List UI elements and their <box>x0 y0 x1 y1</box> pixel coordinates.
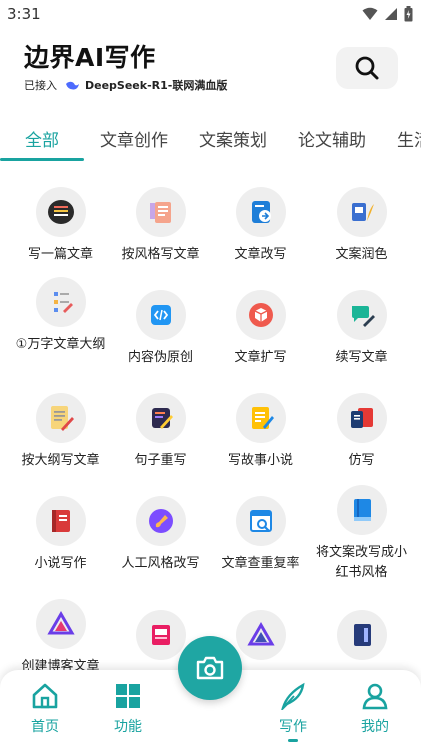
tab-thesis[interactable]: 论文辅助 <box>298 126 366 151</box>
active-nav-indicator <box>288 739 298 742</box>
tool-label: 写一篇文章 <box>27 247 93 262</box>
nav-home-label: 首页 <box>31 719 59 735</box>
code-doc-icon <box>135 290 186 340</box>
tool-label: 文案润色 <box>335 247 388 262</box>
tool-item[interactable]: 续写文章 <box>309 290 414 368</box>
nav-mine[interactable]: 我的 <box>335 682 415 736</box>
document-stack-icon <box>35 187 86 237</box>
tool-label: 将文案改写成小红书风格 <box>315 545 407 580</box>
nav-mine-label: 我的 <box>361 719 389 735</box>
tab-copywriting[interactable]: 文案策划 <box>199 126 267 151</box>
tool-item[interactable]: 文案润色 <box>309 187 414 265</box>
tool-item[interactable]: 按风格写文章 <box>108 187 213 265</box>
tab-all[interactable]: 全部 <box>25 126 59 151</box>
blue-book-icon <box>336 485 387 535</box>
connected-prefix: 已接入 <box>24 79 57 92</box>
style-doc-icon <box>135 187 186 237</box>
tool-item[interactable]: 写一篇文章 <box>8 187 113 265</box>
tool-label: 按大纲写文章 <box>21 453 100 468</box>
tool-label: 文章查重复率 <box>221 556 300 571</box>
home-icon <box>32 683 58 709</box>
tool-item[interactable]: ①万字文章大纲 <box>8 277 113 355</box>
tool-item[interactable]: 内容伪原创 <box>108 290 213 368</box>
rewrite-icon <box>235 187 286 237</box>
brush-style-icon <box>135 496 186 546</box>
notebook-icon <box>336 610 387 660</box>
logo-triangle-icon <box>235 610 286 660</box>
tool-item[interactable]: 文章改写 <box>208 187 313 265</box>
nav-home[interactable]: 首页 <box>5 682 85 736</box>
tool-item[interactable]: 文章扩写 <box>208 290 313 368</box>
tool-item[interactable]: 按大纲写文章 <box>8 393 113 471</box>
tab-article-writing[interactable]: 文章创作 <box>100 126 168 151</box>
category-tabs: 全部 文章创作 文案策划 论文辅助 生活 <box>0 118 421 164</box>
tool-item[interactable]: 句子重写 <box>108 393 213 471</box>
status-time: 3:31 <box>7 5 41 23</box>
tool-item[interactable]: 小说写作 <box>8 496 113 574</box>
tool-label: ①万字文章大纲 <box>15 337 106 352</box>
status-icons <box>362 6 413 22</box>
expand-cube-icon <box>235 290 286 340</box>
nav-features[interactable]: 功能 <box>88 682 168 736</box>
nav-write[interactable]: 写作 <box>253 682 333 742</box>
tool-label: 文章扩写 <box>234 350 287 365</box>
camera-button[interactable] <box>178 636 242 700</box>
nav-write-label: 写作 <box>279 719 307 735</box>
tool-item[interactable]: 仿写 <box>309 393 414 471</box>
tool-item[interactable] <box>309 610 414 660</box>
tool-label: 按风格写文章 <box>121 247 200 262</box>
novel-book-icon <box>35 496 86 546</box>
cellular-icon <box>385 8 397 20</box>
outline-icon <box>35 277 86 327</box>
tool-label: 内容伪原创 <box>127 350 193 365</box>
magazine-icon <box>135 610 186 660</box>
tool-item[interactable]: 写故事小说 <box>208 393 313 471</box>
wifi-icon <box>362 7 378 20</box>
story-icon <box>235 393 286 443</box>
active-tab-indicator <box>0 158 84 161</box>
outline-write-icon <box>35 393 86 443</box>
tool-label: 小说写作 <box>34 556 87 571</box>
model-label: DeepSeek-R1-联网满血版 <box>85 79 228 92</box>
blog-logo-icon <box>35 599 86 649</box>
tool-label: 写故事小说 <box>227 453 293 468</box>
app-title: 边界AI写作 <box>24 43 156 72</box>
tool-item[interactable]: 将文案改写成小红书风格 <box>309 485 414 583</box>
tool-label: 续写文章 <box>335 350 388 365</box>
tab-life[interactable]: 生活 <box>397 126 421 151</box>
tool-label: 文章改写 <box>234 247 287 262</box>
model-info: 已接入 DeepSeek-R1-联网满血版 <box>24 77 227 93</box>
continue-write-icon <box>336 290 387 340</box>
status-bar: 3:31 <box>0 0 421 28</box>
polish-icon <box>336 187 387 237</box>
tool-label: 仿写 <box>348 453 375 468</box>
tool-label: 句子重写 <box>134 453 187 468</box>
quill-pen-icon <box>280 682 305 713</box>
imitate-icon <box>336 393 387 443</box>
plagiarism-check-icon <box>235 496 286 546</box>
camera-icon <box>196 656 224 680</box>
tool-item[interactable]: 创建博客文章 <box>8 599 113 677</box>
tool-label: 人工风格改写 <box>121 556 200 571</box>
tool-item[interactable]: 人工风格改写 <box>108 496 213 574</box>
user-icon <box>362 683 388 710</box>
grid-icon <box>116 684 140 708</box>
deepseek-whale-icon <box>66 81 79 90</box>
sentence-rewrite-icon <box>135 393 186 443</box>
search-icon <box>355 56 379 80</box>
search-button[interactable] <box>336 47 398 89</box>
nav-features-label: 功能 <box>114 719 142 735</box>
battery-icon <box>404 6 413 22</box>
tool-item[interactable]: 文章查重复率 <box>208 496 313 574</box>
